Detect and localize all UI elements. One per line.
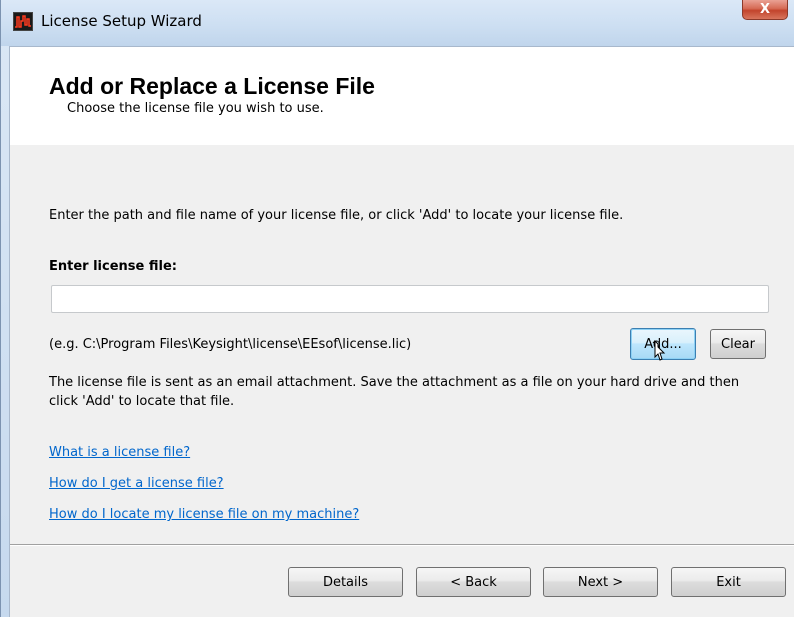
close-icon: X	[759, 2, 771, 17]
next-button[interactable]: Next >	[543, 567, 658, 597]
add-button[interactable]: Add...	[630, 328, 696, 360]
close-button[interactable]: X	[742, 0, 788, 20]
link-how-locate-license-file[interactable]: How do I locate my license file on my ma…	[49, 507, 359, 522]
back-button[interactable]: < Back	[416, 567, 531, 597]
link-what-is-license-file[interactable]: What is a license file?	[49, 445, 190, 460]
details-button[interactable]: Details	[288, 567, 403, 597]
page-title: Add or Replace a License File	[49, 73, 375, 99]
exit-button[interactable]: Exit	[671, 567, 786, 597]
wizard-window: License Setup Wizard X Add or Replace a …	[0, 0, 794, 617]
clear-button[interactable]: Clear	[710, 329, 766, 359]
window-title: License Setup Wizard	[41, 12, 202, 30]
license-file-input[interactable]	[51, 285, 769, 313]
keysight-wave-icon	[13, 12, 33, 31]
instructions-text: Enter the path and file name of your lic…	[49, 208, 624, 223]
header-divider	[10, 144, 794, 145]
page-subtitle: Choose the license file you wish to use.	[67, 101, 324, 116]
wizard-header: Add or Replace a License File Choose the…	[10, 47, 794, 145]
attachment-notice: The license file is sent as an email att…	[49, 375, 740, 409]
wizard-client-area: Add or Replace a License File Choose the…	[9, 46, 794, 617]
license-file-label: Enter license file:	[49, 259, 177, 274]
example-path-text: (e.g. C:\Program Files\Keysight\license\…	[49, 337, 412, 352]
footer-divider-highlight	[10, 545, 794, 546]
title-bar[interactable]: License Setup Wizard X	[1, 0, 794, 46]
link-how-get-license-file[interactable]: How do I get a license file?	[49, 476, 224, 491]
